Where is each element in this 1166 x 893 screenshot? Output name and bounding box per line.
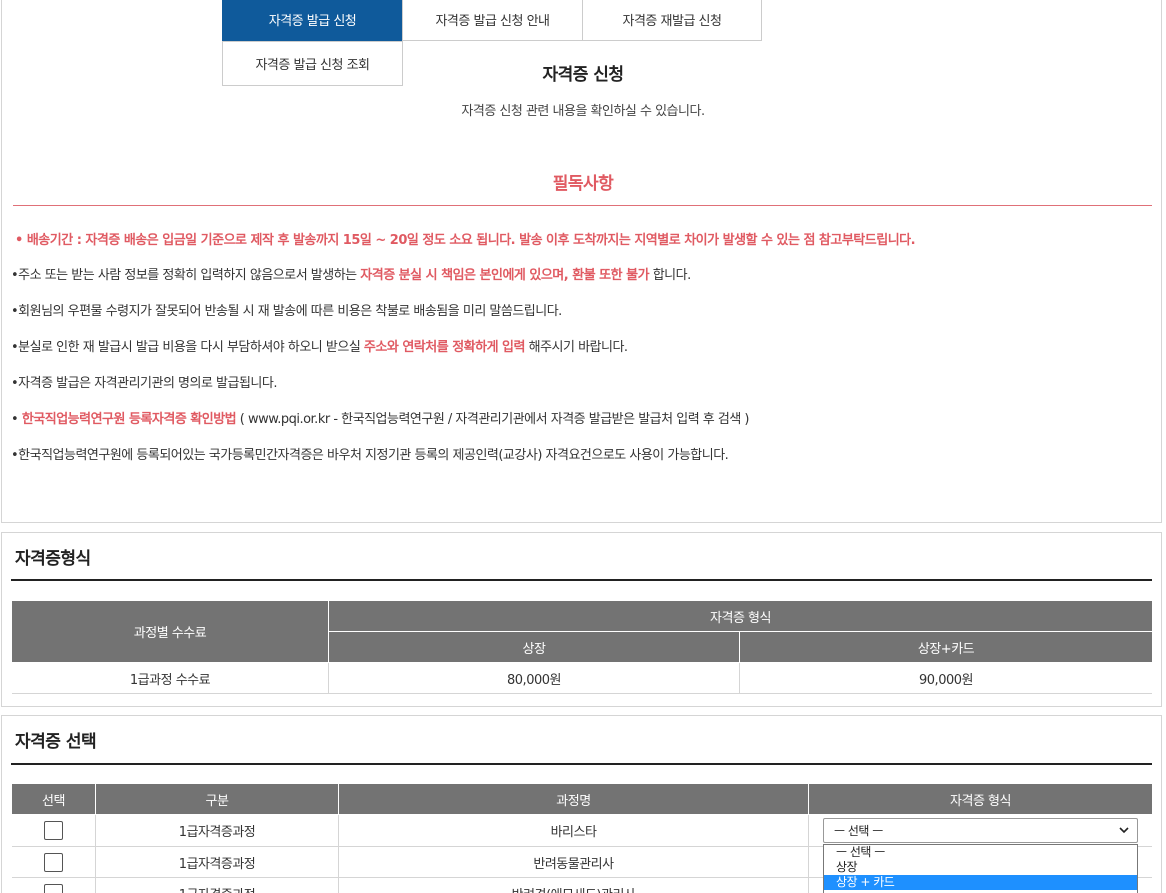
notice-item-verify: • 한국직업능력연구원 등록자격증 확인방법 ( www.pqi.or.kr -…: [11, 408, 750, 427]
notice-highlight: 주소와 연락처를 정확하게 입력: [363, 340, 526, 355]
table-row-select-cell: [12, 847, 96, 878]
page-title: 자격증 신청: [542, 65, 624, 85]
row-course: 반려동물관리사: [339, 847, 809, 878]
format-section-title: 자격증형식: [15, 549, 91, 569]
header-course-name: 과정명: [339, 784, 809, 815]
row-checkbox[interactable]: [44, 884, 63, 893]
tab-reissue-apply[interactable]: 자격증 재발급 신청: [582, 0, 762, 41]
notice-highlight: 자격증 분실 시 책임은 본인에게 있으며, 환불 또한 불가: [360, 268, 650, 283]
fee-row-plaque: 80,000원: [329, 663, 740, 694]
option-plaque-card[interactable]: 상장 + 카드: [824, 875, 1137, 890]
page-description: 자격증 신청 관련 내용을 확인하실 수 있습니다.: [461, 104, 705, 119]
table-row-select-cell: [12, 815, 96, 847]
header-format: 자격증 형식: [329, 601, 1152, 632]
tab-apply-guide[interactable]: 자격증 발급 신청 안내: [402, 0, 583, 41]
option-none[interactable]: ㅡ 선택 ㅡ: [824, 845, 1137, 860]
tab-certificate-apply[interactable]: 자격증 발급 신청: [222, 0, 403, 41]
header-plaque: 상장: [329, 632, 740, 663]
row-course: 바리스타: [339, 815, 809, 847]
notice-item-voucher: •한국직업능력연구원에 등록되어있는 국가등록민간자격증은 바우처 지정기관 등…: [11, 448, 729, 463]
notice-divider: [13, 205, 1152, 206]
notice-item-reissue: •분실로 인한 재 발급시 발급 비용을 다시 부담하셔야 하오니 받으실 주소…: [11, 336, 628, 355]
fee-row-plaque-card: 90,000원: [740, 663, 1152, 694]
notice-item-delivery: • 배송기간 : 자격증 배송은 입금일 기준으로 제작 후 발송까지 15일 …: [15, 233, 916, 248]
chevron-down-icon: [1119, 827, 1129, 834]
notice-text: ( www.pqi.or.kr - 한국직업능력연구원 / 자격관리기관에서 자…: [236, 412, 750, 427]
notice-item-issuer: •자격증 발급은 자격관리기관의 명의로 발급됩니다.: [11, 376, 278, 391]
header-plaque-card: 상장+카드: [740, 632, 1152, 663]
header-select: 선택: [12, 784, 96, 815]
header-category: 구분: [96, 784, 339, 815]
select-section-title: 자격증 선택: [15, 732, 97, 752]
row-category: 1급자격증과정: [96, 815, 339, 847]
row-checkbox[interactable]: [44, 821, 63, 840]
cert-format-options: ㅡ 선택 ㅡ 상장 상장 + 카드: [823, 844, 1138, 893]
section-divider: [11, 763, 1152, 765]
notice-text: •주소 또는 받는 사람 정보를 정확히 입력하지 않음으로서 발생하는: [11, 268, 361, 283]
notice-text: 해주시기 바랍니다.: [524, 340, 628, 355]
notice-text: 합니다.: [649, 268, 692, 283]
header-fee-by-course: 과정별 수수료: [12, 601, 329, 663]
select-value: ㅡ 선택 ㅡ: [834, 824, 883, 838]
row-checkbox[interactable]: [44, 852, 63, 872]
section-divider: [11, 579, 1152, 581]
notice-text: •: [11, 412, 22, 427]
cert-format-select[interactable]: ㅡ 선택 ㅡ: [823, 818, 1138, 843]
fee-row-course: 1급과정 수수료: [12, 663, 329, 694]
notice-item-address: •주소 또는 받는 사람 정보를 정확히 입력하지 않음으로서 발생하는 자격증…: [11, 264, 691, 283]
row-category: 1급자격증과정: [96, 847, 339, 878]
table-row-select-cell: [12, 878, 96, 893]
notice-item-return: •회원님의 우편물 수령지가 잘못되어 반송될 시 재 발송에 따른 비용은 착…: [11, 304, 562, 319]
header-cert-format: 자격증 형식: [809, 784, 1152, 815]
notice-title: 필독사항: [552, 174, 614, 194]
notice-text: •분실로 인한 재 발급시 발급 비용을 다시 부담하셔야 하오니 받으실: [11, 340, 364, 355]
notice-highlight: 한국직업능력연구원 등록자격증 확인방법: [21, 412, 237, 427]
option-plaque[interactable]: 상장: [824, 860, 1137, 875]
row-category: 1급자격증과정: [96, 878, 339, 893]
row-course: 반려견(애묘새드)관리사: [339, 878, 809, 893]
